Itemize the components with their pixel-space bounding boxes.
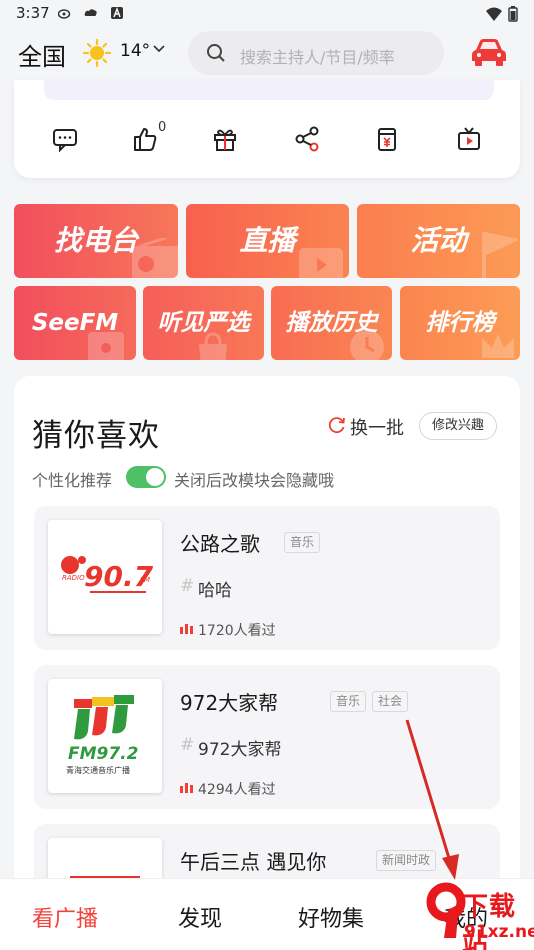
tile-tingjian-select[interactable]: 听见严选 [143,286,264,360]
share-icon[interactable] [294,126,320,152]
program-name: 午后三点 遇见你 [180,850,327,874]
watermark-logo-icon [426,882,466,938]
tile-label: SeeFM [31,310,119,336]
station-logo: FM97.2 青海交通音乐广播 [48,679,162,793]
program-topic: 972大家帮 [198,740,282,760]
tile-label: 活动 [410,224,467,257]
thumbs-up-icon[interactable] [132,126,158,152]
list-item[interactable]: FM97.2 青海交通音乐广播 972大家帮 音乐 社会 # 972大家帮 42… [34,665,500,809]
tile-play-history[interactable]: 播放历史 [271,286,392,360]
car-mode-icon[interactable] [470,36,508,68]
section-title: 猜你喜欢 [32,418,160,454]
personalized-label: 个性化推荐 [32,471,113,490]
tile-live[interactable]: 直播 [186,204,349,278]
viewer-count: 4294人看过 [198,782,276,798]
status-right [486,6,518,22]
refresh-button[interactable]: 换一批 [350,414,404,440]
watermark: 下载站 91xz.net [426,882,534,950]
viewer-count: 1720人看过 [198,623,276,639]
program-tag: 新闻时政 [376,850,437,871]
program-tag: 音乐 [330,691,367,712]
edit-interest-button[interactable]: 修改兴趣 [419,412,497,440]
audio-bars-icon [180,624,193,634]
svg-text:FM: FM [140,576,150,584]
hash-icon: # [180,735,195,755]
guess-you-like-section: 猜你喜欢 换一批 修改兴趣 个性化推荐 关闭后改模块会隐藏哦 RADIO 90.… [14,376,520,950]
card-top-strip [44,80,494,100]
sunny-weather-icon [82,38,112,68]
tile-label: 排行榜 [425,310,495,336]
tile-activity[interactable]: 活动 [357,204,520,278]
status-bar: 3:37 [0,0,534,28]
refresh-icon[interactable] [328,416,346,434]
top-header: 全国 14° 搜索主持人/节目/频率 [0,28,534,80]
quick-icon-card: 0 [14,80,520,178]
fm-90-7-logo-icon: RADIO 90.7 FM [61,556,154,593]
logo-sub-text: 青海交通音乐广播 [66,765,130,775]
gift-icon[interactable] [212,126,238,152]
program-name: 公路之歌 [180,532,260,556]
personalized-toggle[interactable] [126,466,166,488]
list-item[interactable]: RADIO 90.7 FM 公路之歌 音乐 # 哈哈 1720人看过 [34,506,500,650]
app-notification-icon [111,7,123,19]
audio-bars-icon [180,783,193,793]
tile-label: 找电台 [53,224,138,257]
like-count: 0 [158,120,167,135]
status-time: 3:37 [16,4,50,22]
wifi-icon [486,7,502,21]
toggle-knob [146,468,164,486]
tile-find-station[interactable]: 找电台 [14,204,178,278]
tab-good-things[interactable]: 好物集 [298,901,364,933]
fm-97-2-logo-icon: FM97.2 青海交通音乐广播 [66,695,138,775]
logo-text: FM97.2 [68,744,138,764]
program-tag: 社会 [372,691,409,712]
tile-ranking[interactable]: 排行榜 [400,286,520,360]
logo-sub-text: RADIO [62,574,85,582]
program-tag: 音乐 [284,532,321,553]
battery-icon [508,6,518,22]
coin-jar-icon[interactable] [374,126,400,152]
tile-label: 直播 [239,224,296,257]
watermark-url: 91xz.net [464,922,534,942]
chevron-down-icon[interactable] [152,42,166,56]
search-placeholder: 搜索主持人/节目/频率 [240,48,395,67]
hash-icon: # [180,576,195,596]
tab-discover[interactable]: 发现 [178,901,222,933]
tile-seefm[interactable]: SeeFM [14,286,136,360]
tile-label: 播放历史 [285,310,378,336]
search-bar[interactable]: 搜索主持人/节目/频率 [188,31,444,75]
weibo-notification-icon [58,9,71,19]
tv-play-icon[interactable] [456,126,482,152]
toggle-note: 关闭后改模块会隐藏哦 [174,471,335,490]
program-name: 972大家帮 [180,691,279,715]
city-selector[interactable]: 全国 [18,37,66,72]
tile-label: 听见严选 [157,310,250,336]
cloud-notification-icon [84,9,97,16]
comment-icon[interactable] [52,126,78,152]
tab-listen-radio[interactable]: 看广播 [32,901,98,933]
temperature: 14° [120,41,151,61]
program-topic: 哈哈 [198,581,232,601]
search-icon [207,44,225,62]
station-logo: RADIO 90.7 FM [48,520,162,634]
